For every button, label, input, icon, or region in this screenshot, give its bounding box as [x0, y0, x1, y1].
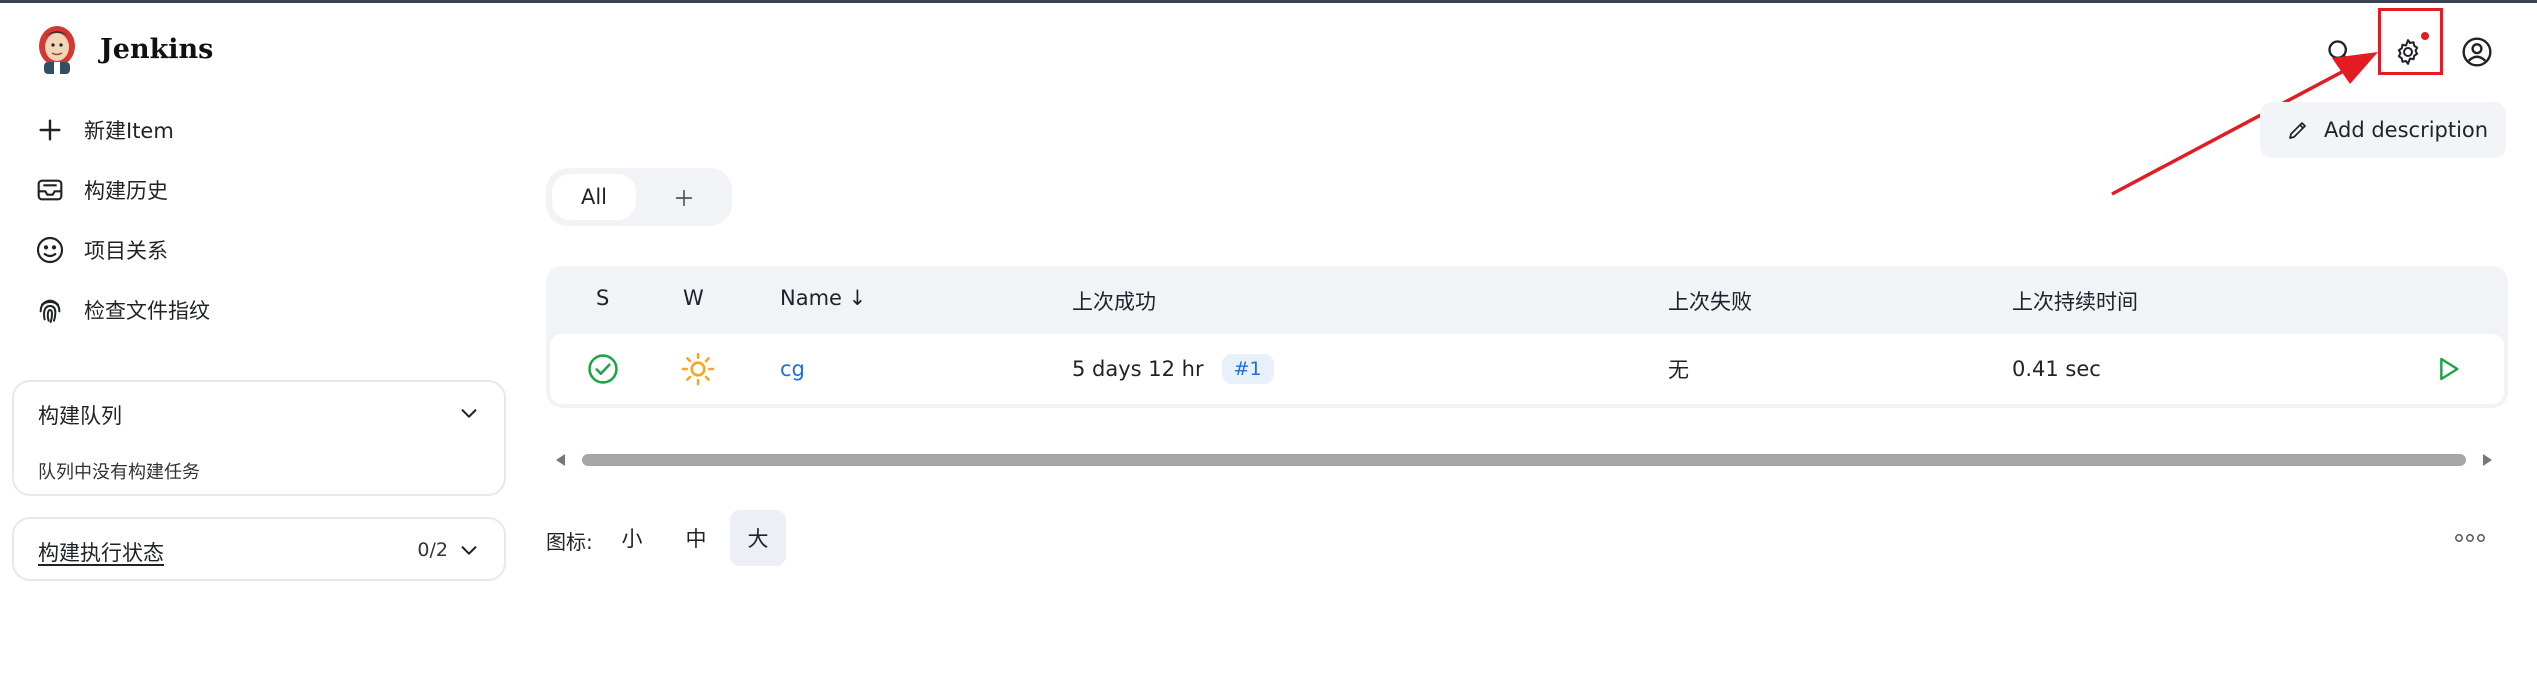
icon-size-small[interactable]: 小 [604, 510, 660, 566]
account-button[interactable] [2455, 30, 2499, 74]
jenkins-logo-icon[interactable] [34, 22, 80, 76]
sidebar-item-label: 新建Item [84, 119, 174, 143]
window-top-border [0, 0, 2537, 3]
executor-status-panel: 构建执行状态 0/2 [12, 517, 506, 581]
success-check-icon[interactable] [586, 352, 620, 386]
build-queue-empty-text: 队列中没有构建任务 [38, 462, 200, 483]
chevron-down-icon[interactable] [458, 402, 480, 424]
jobs-table: S W Name ↓ 上次成功 上次失败 上次持续时间 cg 5 days 12… [546, 266, 2508, 408]
sidebar-item-label: 构建历史 [84, 179, 168, 203]
status-cell [586, 334, 620, 404]
sidebar-item-project-relationship[interactable]: 项目关系 [34, 230, 168, 270]
scroll-left-arrow[interactable] [556, 454, 565, 466]
last-failure-value: 无 [1668, 358, 1689, 382]
plus-icon [39, 119, 61, 141]
sidebar-item-new-item[interactable]: 新建Item [34, 110, 174, 150]
last-failure-cell: 无 [1668, 334, 1689, 404]
column-header-weather[interactable]: W [683, 286, 704, 310]
icon-size-medium[interactable]: 中 [668, 510, 724, 566]
relationship-icon [36, 236, 64, 264]
user-circle-icon [2462, 37, 2492, 67]
pencil-icon [2289, 122, 2306, 139]
column-header-name[interactable]: Name ↓ [780, 286, 866, 310]
sidebar-item-label: 项目关系 [84, 239, 168, 263]
chevron-down-icon[interactable] [458, 539, 480, 561]
add-view-button[interactable] [664, 178, 704, 218]
table-row: cg 5 days 12 hr #1 无 0.41 sec [550, 334, 2504, 404]
more-options-button[interactable] [2450, 526, 2490, 550]
column-header-last-duration[interactable]: 上次持续时间 [2012, 286, 2138, 316]
sidebar-item-label: 检查文件指纹 [84, 299, 210, 323]
last-duration-cell: 0.41 sec [2012, 334, 2101, 404]
add-description-label: Add description [2324, 118, 2489, 142]
sidebar-item-fingerprint[interactable]: 检查文件指纹 [34, 290, 210, 330]
column-header-status[interactable]: S [596, 286, 609, 310]
column-header-last-failure[interactable]: 上次失败 [1668, 286, 1752, 316]
job-link[interactable]: cg [780, 357, 805, 381]
build-number-badge[interactable]: #1 [1221, 354, 1274, 384]
add-description-button[interactable]: Add description [2260, 102, 2506, 158]
executor-count: 0/2 [417, 539, 448, 561]
build-queue-panel: 构建队列 队列中没有构建任务 [12, 380, 506, 496]
scroll-right-arrow[interactable] [2483, 454, 2492, 466]
plus-icon [675, 189, 693, 207]
run-cell [2432, 334, 2464, 404]
fingerprint-icon [39, 299, 61, 323]
icon-size-large[interactable]: 大 [730, 510, 786, 566]
last-success-cell: 5 days 12 hr #1 [1072, 334, 1274, 404]
sidebar-item-build-history[interactable]: 构建历史 [34, 170, 168, 210]
last-duration-value: 0.41 sec [2012, 357, 2101, 381]
job-name-cell: cg [780, 334, 805, 404]
view-tabs: All [546, 168, 732, 226]
sun-icon[interactable] [680, 351, 716, 387]
tab-all[interactable]: All [552, 174, 636, 220]
column-header-last-success[interactable]: 上次成功 [1072, 286, 1156, 316]
app-title[interactable]: Jenkins [100, 34, 213, 65]
last-success-time: 5 days 12 hr [1072, 357, 1204, 381]
weather-cell [680, 334, 716, 404]
inbox-icon [37, 179, 63, 201]
scrollbar-thumb[interactable] [582, 454, 2466, 466]
build-queue-title[interactable]: 构建队列 [38, 400, 122, 430]
play-build-icon[interactable] [2432, 353, 2464, 385]
icon-size-label: 图标: [546, 530, 593, 554]
more-dots-icon [2455, 534, 2485, 542]
executor-status-link[interactable]: 构建执行状态 [38, 537, 164, 567]
horizontal-scrollbar[interactable] [556, 454, 2492, 466]
